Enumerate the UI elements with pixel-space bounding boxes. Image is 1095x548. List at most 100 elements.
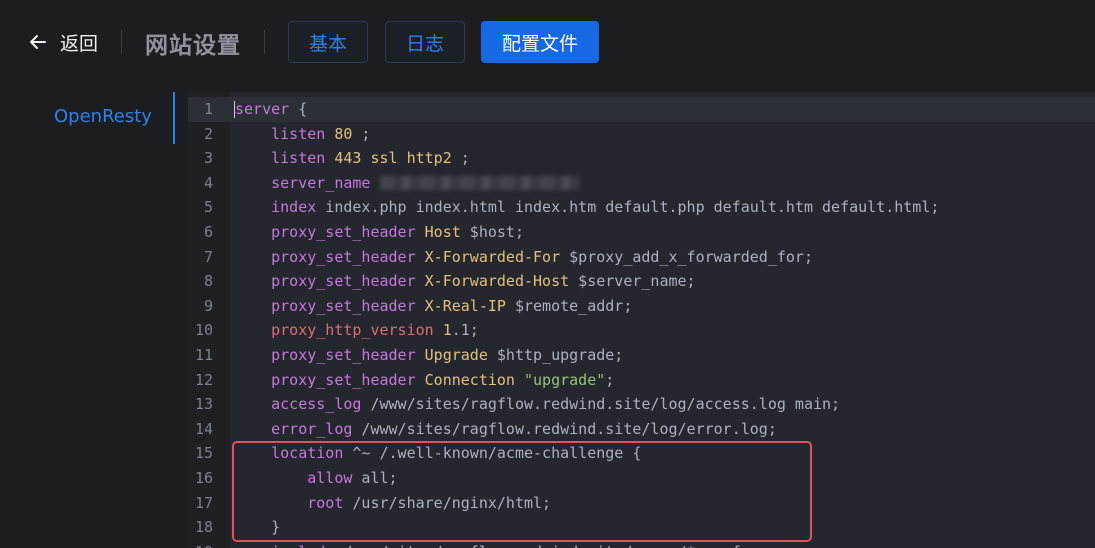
code-line: 12 proxy_set_header Connection "upgrade"…	[188, 368, 1095, 393]
line-number: 10	[194, 321, 213, 340]
line-number: 8	[203, 272, 213, 291]
line-number: 14	[194, 419, 213, 438]
code-text: index index.php index.html index.htm def…	[235, 195, 939, 220]
line-number: 4	[203, 173, 213, 192]
code-text: proxy_set_header X-Forwarded-For $proxy_…	[235, 245, 813, 270]
directive-arg: 1	[433, 321, 452, 340]
code-line: 8 proxy_set_header X-Forwarded-Host $ser…	[188, 269, 1095, 294]
directive: root	[307, 493, 344, 512]
code-line: 10 proxy_http_version 1.1;	[188, 318, 1095, 343]
line-number: 1	[203, 100, 213, 118]
directive: proxy_set_header	[271, 370, 416, 389]
directive: listen	[271, 124, 326, 143]
code-rest	[370, 174, 379, 192]
code-rest: /www/sites/ragflow.redwind.site/log/acce…	[361, 395, 841, 414]
code-line: 15 location ^~ /.well-known/acme-challen…	[188, 441, 1095, 466]
code-text: error_log /www/sites/ragflow.redwind.sit…	[235, 417, 777, 442]
line-number: 11	[194, 346, 213, 364]
code-rest: /www/sites/ragflow.redwind.site/log/erro…	[352, 419, 777, 438]
code-line: 1 server {	[188, 97, 1095, 122]
directive-arg: X-Forwarded-Host	[415, 272, 570, 291]
line-number: 2	[203, 124, 213, 143]
directive: index	[271, 198, 317, 217]
code-rest: all;	[352, 469, 398, 487]
code-rest: /usr/share/nginx/html;	[343, 493, 552, 512]
divider	[121, 30, 122, 54]
directive: location	[271, 444, 344, 463]
code-rest: $proxy_add_x_forwarded_for;	[560, 247, 813, 266]
directive: proxy_set_header	[271, 247, 416, 266]
string-literal: "upgrade"	[514, 370, 606, 389]
code-text: location ^~ /.well-known/acme-challenge …	[235, 441, 641, 466]
code-text: access_log /www/sites/ragflow.redwind.si…	[235, 392, 840, 417]
code-line: 18 }	[188, 515, 1095, 540]
directive-arg: Connection	[415, 370, 515, 389]
back-label: 返回	[60, 32, 99, 55]
code-rest: $remote_addr;	[505, 296, 633, 315]
line-number: 12	[194, 370, 213, 389]
code-text: }	[235, 515, 280, 540]
directive: listen	[271, 149, 326, 168]
redacted-server-name	[379, 176, 580, 191]
code-line: 5 index index.php index.html index.htm d…	[188, 195, 1095, 220]
code-rest: $server_name;	[569, 272, 696, 291]
code-text: proxy_set_header Host $host;	[235, 220, 524, 245]
tab-basic[interactable]: 基本	[288, 21, 368, 63]
text-cursor	[234, 101, 235, 118]
code-line: 7 proxy_set_header X-Forwarded-For $prox…	[188, 245, 1095, 270]
code-text: server {	[235, 97, 307, 122]
directive: error_log	[271, 419, 353, 438]
code-rest: /www/sites/ragflow.redwind.site/proxy/*.…	[334, 543, 749, 548]
directive-arg: Upgrade	[415, 346, 488, 364]
directive: access_log	[271, 395, 362, 414]
code-line: 16 allow all;	[188, 466, 1095, 491]
code-rest: ;	[605, 370, 615, 389]
line-number: 17	[194, 493, 213, 512]
code-text: root /usr/share/nginx/html;	[235, 491, 551, 516]
line-number: 6	[203, 223, 213, 241]
code-rest: ^~ /.well-known/acme-challenge {	[343, 444, 642, 463]
tab-log[interactable]: 日志	[385, 21, 465, 63]
directive: proxy_set_header	[271, 223, 416, 241]
code-editor[interactable]: 1 server {2 listen 80 ; 3 listen 443 ssl h…	[188, 92, 1095, 548]
code-rest: $host;	[460, 223, 524, 241]
sidebar-item-openresty[interactable]: OpenResty	[54, 106, 152, 127]
code-line: 17 root /usr/share/nginx/html;	[188, 491, 1095, 516]
top-bar: 返回 网站设置 基本 日志 配置文件	[0, 0, 1095, 84]
directive: include	[271, 543, 334, 548]
line-number: 16	[194, 469, 213, 487]
code-rest: .1;	[451, 321, 479, 340]
code-rest: $http_upgrade;	[487, 346, 624, 364]
code-text: proxy_http_version 1.1;	[235, 318, 479, 343]
code-rest: index.php index.html index.htm default.p…	[316, 198, 940, 217]
page-title: 网站设置	[145, 33, 241, 59]
code-text: listen 80 ;	[235, 122, 370, 147]
directive: allow	[307, 469, 353, 487]
code-text: allow all;	[235, 466, 398, 491]
back-button[interactable]: 返回	[28, 28, 98, 56]
code-text: listen 443 ssl http2 ;	[235, 146, 470, 171]
line-number: 9	[203, 296, 213, 315]
directive-arg: 80	[325, 124, 353, 143]
code-text: include /www/sites/ragflow.redwind.site/…	[235, 540, 750, 548]
code-line: 13 access_log /www/sites/ragflow.redwind…	[188, 392, 1095, 417]
code-rest: {	[289, 100, 308, 118]
code-line: 9 proxy_set_header X-Real-IP $remote_add…	[188, 294, 1095, 319]
code-text: server_name	[235, 171, 580, 196]
code-text: proxy_set_header Connection "upgrade";	[235, 368, 614, 393]
line-number: 5	[203, 198, 213, 217]
tab-config-file[interactable]: 配置文件	[481, 21, 599, 63]
code-line: 2 listen 80 ;	[188, 122, 1095, 147]
directive: proxy_set_header	[271, 296, 416, 315]
